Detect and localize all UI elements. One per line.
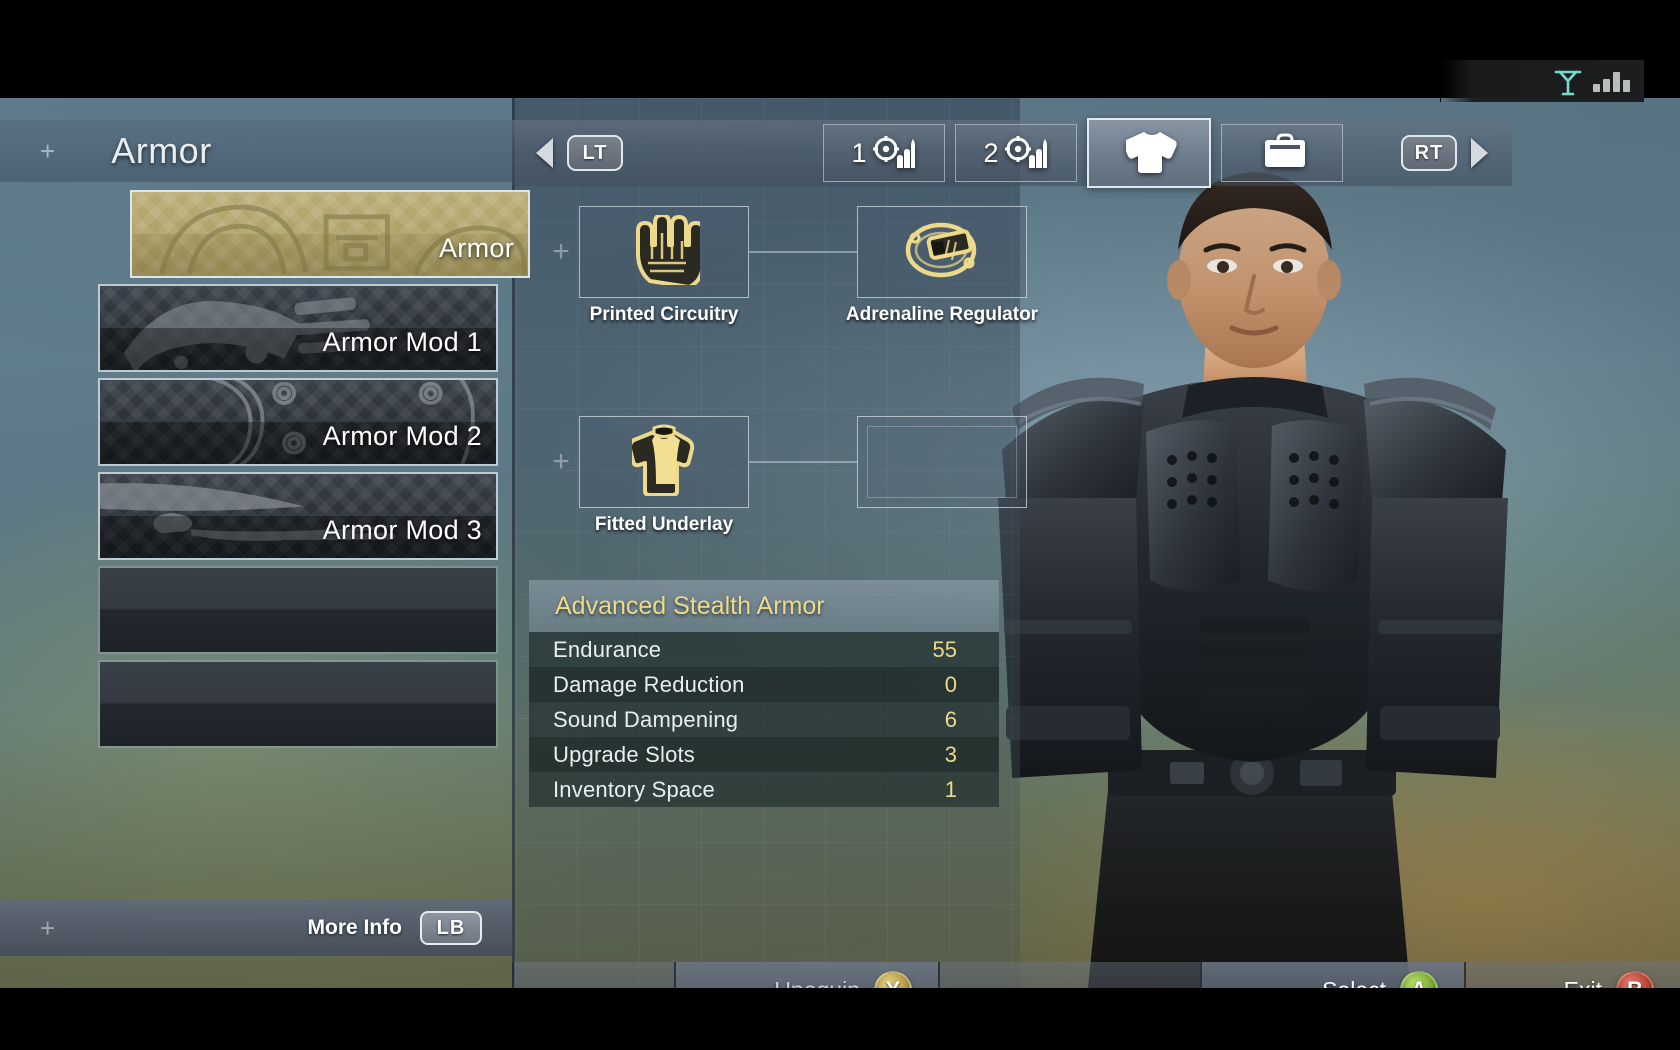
mod-name: Fitted Underlay — [594, 514, 734, 535]
slot-empty-2[interactable] — [98, 660, 498, 748]
weapon-icon — [872, 134, 917, 173]
tab-items[interactable] — [1221, 124, 1343, 182]
category-tab-bar: LT 1 2 RT — [512, 118, 1512, 188]
slot-label — [482, 640, 496, 652]
slot-armor-mod-1[interactable]: Armor Mod 1 — [98, 284, 498, 372]
slot-art-empty — [100, 568, 496, 652]
stat-row: Inventory Space 1 — [529, 772, 999, 807]
add-glyph-icon: + — [40, 912, 56, 943]
mod-box[interactable] — [857, 206, 1027, 298]
armor-slot-list: Armor Armor Mod 1 Armor Mod 2 Armor Mod … — [98, 190, 530, 754]
stat-value: 1 — [944, 776, 957, 802]
weapon-icon — [1004, 134, 1049, 173]
chevron-left-icon[interactable] — [536, 138, 553, 168]
hud-signal-indicator — [1440, 60, 1644, 102]
page-title: Armor — [111, 130, 212, 171]
stat-value: 6 — [944, 706, 957, 732]
glove-icon — [628, 212, 705, 290]
add-glyph-icon: + — [552, 445, 570, 478]
stat-row: Damage Reduction 0 — [529, 667, 999, 702]
stat-rows: Endurance 55 Damage Reduction 0 Sound Da… — [529, 632, 999, 807]
stat-label: Upgrade Slots — [553, 741, 696, 767]
stat-row: Sound Dampening 6 — [529, 702, 999, 737]
left-trigger-lt[interactable]: LT — [567, 135, 623, 171]
stat-label: Sound Dampening — [553, 706, 739, 732]
slot-label: Armor Mod 3 — [322, 515, 482, 545]
slot-armor-mod-3[interactable]: Armor Mod 3 — [98, 472, 498, 560]
character-preview — [960, 150, 1580, 988]
mod-box-empty[interactable] — [857, 416, 1027, 508]
sidebar-footer: + More Info LB — [0, 900, 512, 956]
letterbox-top — [0, 0, 1680, 98]
tab-weapon-2[interactable]: 2 — [955, 124, 1077, 182]
mod-cell-printed-circuitry[interactable]: Printed Circuitry — [579, 206, 749, 325]
mod-connector — [749, 461, 857, 463]
slot-armor[interactable]: Armor — [130, 190, 530, 278]
mod-cell-empty[interactable] — [857, 416, 1027, 508]
mod-box[interactable] — [579, 206, 749, 298]
item-name-header: Advanced Stealth Armor — [529, 580, 999, 632]
emitter-icon — [1553, 65, 1583, 97]
tab-number: 1 — [851, 137, 867, 168]
tab-number: 2 — [983, 137, 999, 168]
sidebar-title-bar: + Armor — [0, 120, 512, 182]
tab-weapon-1[interactable]: 1 — [823, 124, 945, 182]
empty-slot-outline — [867, 426, 1017, 498]
mod-name: Printed Circuitry — [589, 304, 739, 325]
slot-label: Armor Mod 1 — [322, 327, 482, 357]
add-glyph-icon: + — [40, 135, 56, 166]
stat-row: Upgrade Slots 3 — [529, 737, 999, 772]
mod-row-1: + Printed Circuitry Adrenaline Regulator — [543, 206, 1038, 325]
undershirt-icon — [627, 424, 696, 501]
stat-row: Endurance 55 — [529, 632, 999, 667]
right-trigger-rt[interactable]: RT — [1401, 135, 1457, 171]
case-icon — [1262, 132, 1308, 175]
stat-value: 55 — [932, 636, 957, 662]
slot-empty-1[interactable] — [98, 566, 498, 654]
stat-label: Damage Reduction — [553, 671, 745, 697]
slot-art-empty — [100, 662, 496, 746]
injector-icon — [903, 218, 981, 287]
stat-label: Inventory Space — [553, 776, 715, 802]
mod-cell-adrenaline-regulator[interactable]: Adrenaline Regulator — [846, 206, 1038, 325]
mod-name: Adrenaline Regulator — [845, 304, 1039, 325]
more-info-label: More Info — [307, 916, 403, 939]
tab-list: 1 2 — [823, 118, 1343, 188]
slot-armor-mod-2[interactable]: Armor Mod 2 — [98, 378, 498, 466]
armor-sidebar: + Armor Armor Armor Mod 1 Armor Mod 2 Ar… — [0, 98, 530, 988]
item-stats-panel: Advanced Stealth Armor Endurance 55 Dama… — [529, 580, 999, 807]
right-nav-group: RT — [1387, 135, 1512, 171]
signal-bars-icon — [1593, 70, 1630, 92]
add-glyph-icon: + — [552, 235, 570, 268]
mod-box[interactable] — [579, 416, 749, 508]
chevron-right-icon[interactable] — [1471, 138, 1488, 168]
slot-label — [482, 734, 496, 746]
stat-value: 3 — [944, 741, 957, 767]
mod-row-2: + Fitted Underlay — [543, 416, 1027, 535]
stat-label: Endurance — [553, 636, 662, 662]
stat-value: 0 — [944, 671, 957, 697]
slot-label: Armor Mod 2 — [322, 421, 482, 451]
mod-cell-fitted-underlay[interactable]: Fitted Underlay — [579, 416, 749, 535]
game-screen: + Armor Armor Armor Mod 1 Armor Mod 2 Ar… — [0, 0, 1680, 1050]
more-info-key-lb[interactable]: LB — [420, 911, 482, 945]
mod-panel: + Printed Circuitry Adrenaline Regulator… — [512, 98, 1038, 988]
letterbox-bottom — [0, 988, 1680, 1050]
item-name: Advanced Stealth Armor — [555, 591, 825, 620]
shirt-icon — [1123, 129, 1178, 178]
mod-connector — [749, 251, 857, 253]
tab-armor[interactable] — [1087, 118, 1211, 188]
mod-grid: + Printed Circuitry Adrenaline Regulator… — [515, 188, 1038, 608]
slot-label: Armor — [439, 233, 514, 263]
